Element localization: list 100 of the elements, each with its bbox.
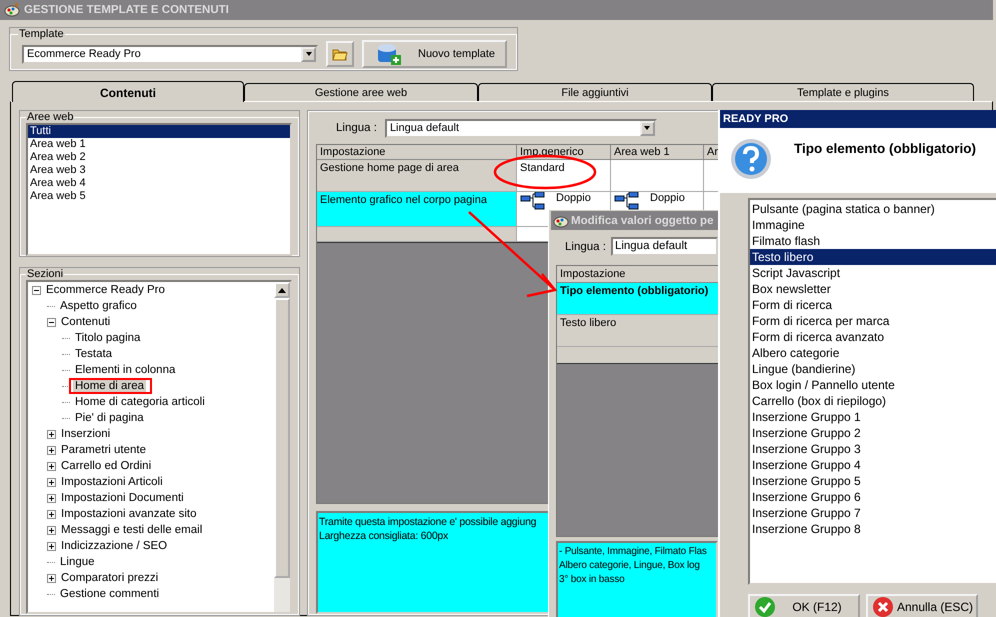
description-text: Larghezza consigliata: 600px	[319, 529, 450, 543]
area-item[interactable]: Area web 2	[28, 151, 290, 164]
setting-row[interactable]: Tipo elemento (obbligatorio)	[557, 283, 718, 315]
cell-text: Standard	[520, 162, 565, 174]
description-text: - Pulsante, Immagine, Filmato Flas	[559, 545, 708, 559]
scrollbar[interactable]	[274, 282, 290, 612]
option-item[interactable]: Box newsletter	[750, 281, 996, 297]
help-icon	[729, 137, 773, 181]
tree-item[interactable]: Impostazioni avanzate sito	[59, 508, 199, 520]
option-item[interactable]: Carrello (box di riepilogo)	[750, 393, 996, 409]
tree-item[interactable]: Home di categoria articoli	[73, 396, 207, 408]
description-text: Albero categorie, Lingue, Box log	[559, 559, 701, 573]
tree-item[interactable]: Home di area	[73, 380, 146, 392]
folder-button[interactable]	[326, 41, 354, 67]
area-item[interactable]: Tutti	[28, 125, 290, 138]
option-item[interactable]: Form di ricerca avanzato	[750, 329, 996, 345]
option-item[interactable]: Filmato flash	[750, 233, 996, 249]
question-text: Tipo elemento (obbligatorio)	[794, 141, 976, 156]
tree-item[interactable]: Inserzioni	[59, 428, 112, 440]
window-title: GESTIONE TEMPLATE E CONTENUTI	[24, 4, 229, 16]
template-dropdown[interactable]: Ecommerce Ready Pro	[22, 44, 318, 64]
table-cell[interactable]: Standard	[517, 160, 611, 192]
group-label: Template	[18, 28, 65, 40]
tab[interactable]: Template e plugins	[712, 83, 974, 101]
expander-icon[interactable]	[47, 510, 56, 518]
tree-item[interactable]: Aspetto grafico	[58, 300, 139, 312]
lingua-label: Lingua :	[565, 240, 606, 252]
tree-item[interactable]: Gestione commenti	[58, 588, 162, 600]
language-dropdown[interactable]: Lingua default	[384, 118, 657, 138]
expander-icon[interactable]	[47, 542, 56, 550]
expander-icon[interactable]	[47, 478, 56, 486]
area-item[interactable]: Area web 3	[28, 164, 290, 177]
tree-item[interactable]: Testata	[73, 348, 114, 360]
tab[interactable]: Gestione aree web	[244, 83, 478, 101]
tree-item[interactable]: Comparatori prezzi	[59, 572, 160, 584]
expander-icon[interactable]	[47, 462, 56, 470]
option-item[interactable]: Form di ricerca	[750, 297, 996, 313]
close-icon	[872, 596, 894, 617]
option-item[interactable]: Inserzione Gruppo 4	[750, 457, 996, 473]
option-item[interactable]: Inserzione Gruppo 5	[750, 473, 996, 489]
table-cell[interactable]	[317, 227, 517, 242]
tree-item[interactable]: Pie' di pagina	[73, 412, 146, 424]
tree-item[interactable]: Elementi in colonna	[73, 364, 178, 376]
cell-text: Doppio	[556, 192, 591, 204]
option-item[interactable]: Immagine	[750, 217, 996, 233]
tree-item[interactable]: Ecommerce Ready Pro	[44, 284, 167, 296]
expander-icon[interactable]	[47, 318, 56, 326]
option-item[interactable]: Pulsante (pagina statica o banner)	[750, 201, 996, 217]
option-item[interactable]: Script Javascript	[750, 265, 996, 281]
tree-item[interactable]: Impostazioni Articoli	[59, 476, 165, 488]
cell-text: Doppio	[650, 192, 685, 204]
tree-item[interactable]: Lingue	[58, 556, 97, 568]
expander-icon[interactable]	[47, 574, 56, 582]
folder-icon	[332, 47, 348, 61]
option-item[interactable]: Inserzione Gruppo 1	[750, 409, 996, 425]
option-item[interactable]: Form di ricerca per marca	[750, 313, 996, 329]
option-item[interactable]: Lingue (bandierine)	[750, 361, 996, 377]
option-item[interactable]: Inserzione Gruppo 7	[750, 505, 996, 521]
tree-item[interactable]: Indicizzazione / SEO	[59, 540, 170, 552]
expander-icon[interactable]	[47, 494, 56, 502]
scroll-up-button[interactable]	[274, 282, 290, 298]
expander-icon[interactable]	[32, 286, 41, 294]
option-item[interactable]: Box login / Pannello utente	[750, 377, 996, 393]
area-item[interactable]: Area web 1	[28, 138, 290, 151]
option-item[interactable]: Inserzione Gruppo 6	[750, 489, 996, 505]
setting-cell[interactable]: Elemento grafico nel corpo pagina	[317, 192, 517, 227]
tree-item[interactable]: Contenuti	[59, 316, 112, 328]
area-item[interactable]: Area web 5	[28, 190, 290, 203]
area-item[interactable]: Area web 4	[28, 177, 290, 190]
tree-item[interactable]: Carrello ed Ordini	[59, 460, 154, 472]
expander-icon[interactable]	[47, 526, 56, 534]
check-icon	[754, 596, 776, 617]
dialog-title: READY PRO	[720, 110, 996, 128]
option-item[interactable]: Testo libero	[750, 249, 996, 265]
lingua-label: Lingua :	[336, 122, 377, 134]
tree-item[interactable]: Parametri utente	[59, 444, 148, 456]
description-text: 3° box in basso	[559, 573, 626, 587]
palette-icon	[4, 3, 20, 17]
hierarchy-icon	[520, 192, 546, 210]
table-cell[interactable]	[611, 160, 704, 192]
box-plus-icon	[376, 42, 402, 66]
scroll-thumb[interactable]	[274, 298, 290, 578]
tab[interactable]: Contenuti	[12, 81, 244, 102]
tree-item[interactable]: Impostazioni Documenti	[59, 492, 186, 504]
option-item[interactable]: Inserzione Gruppo 2	[750, 425, 996, 441]
tab[interactable]: File aggiuntivi	[478, 83, 712, 101]
ok-button[interactable]: OK (F12)	[748, 594, 860, 617]
tree-item[interactable]: Messaggi e testi delle email	[59, 524, 204, 536]
hierarchy-icon	[614, 192, 640, 210]
tree-item[interactable]: Titolo pagina	[73, 332, 142, 344]
language-field[interactable]: Lingua default	[610, 237, 718, 256]
expander-icon[interactable]	[47, 430, 56, 438]
group-label: Aree web	[26, 111, 74, 123]
expander-icon[interactable]	[47, 446, 56, 454]
setting-cell[interactable]: Gestione home page di area	[317, 160, 517, 192]
option-item[interactable]: Inserzione Gruppo 8	[750, 521, 996, 537]
new-template-button[interactable]: Nuovo template	[362, 40, 507, 68]
cancel-button[interactable]: Annulla (ESC)	[866, 594, 978, 617]
option-item[interactable]: Inserzione Gruppo 3	[750, 441, 996, 457]
option-item[interactable]: Albero categorie	[750, 345, 996, 361]
